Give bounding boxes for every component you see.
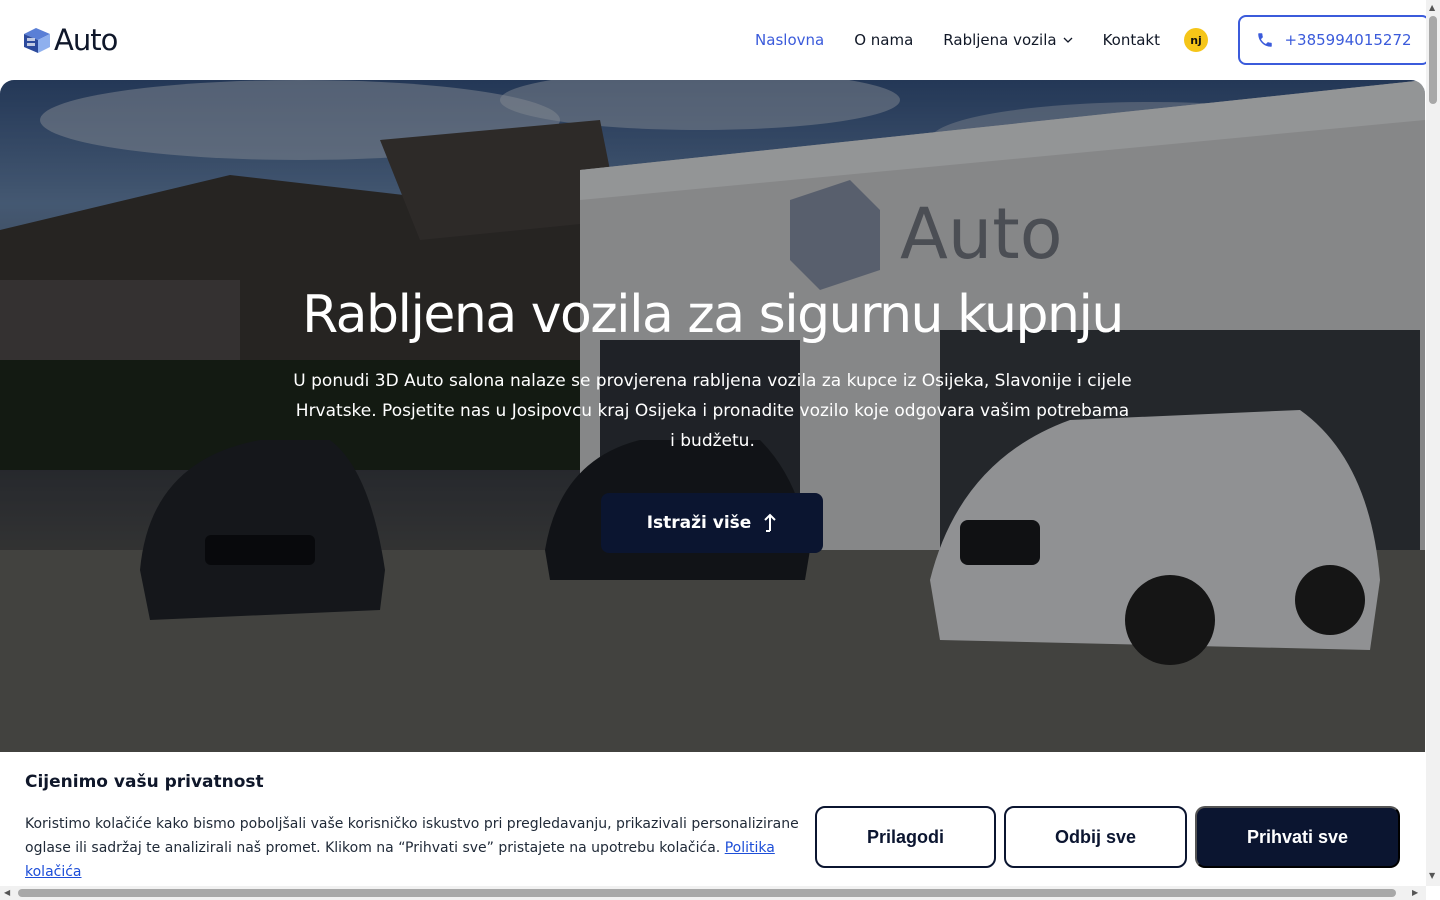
- phone-button[interactable]: +385994015272: [1238, 15, 1430, 65]
- hero-title: Rabljena vozila za sigurnu kupnju: [302, 285, 1124, 345]
- cookie-text: Koristimo kolačiće kako bismo poboljšali…: [25, 812, 805, 884]
- phone-number: +385994015272: [1284, 31, 1412, 49]
- nav-item-kontakt[interactable]: Kontakt: [1103, 31, 1160, 49]
- reject-all-button[interactable]: Odbij sve: [1004, 806, 1187, 868]
- horizontal-scrollbar[interactable]: ◀ ▶: [0, 886, 1426, 900]
- nav-item-naslovna[interactable]: Naslovna: [755, 31, 824, 49]
- horizontal-scrollbar-thumb[interactable]: [18, 889, 1396, 897]
- main-nav: Naslovna O nama Rabljena vozila Kontakt …: [755, 28, 1208, 52]
- cookie-description: Koristimo kolačiće kako bismo poboljšali…: [25, 816, 799, 856]
- arrow-up-icon: [764, 513, 777, 532]
- nav-item-label: Rabljena vozila: [943, 31, 1057, 49]
- site-header: Auto Naslovna O nama Rabljena vozila Kon…: [0, 0, 1430, 80]
- language-badge[interactable]: nj: [1184, 28, 1208, 52]
- scroll-down-icon[interactable]: ▼: [1429, 872, 1435, 880]
- vertical-scrollbar[interactable]: ▲ ▼: [1426, 0, 1440, 886]
- nav-item-o-nama[interactable]: O nama: [854, 31, 913, 49]
- cookie-title: Cijenimo vašu privatnost: [25, 772, 264, 792]
- vertical-scrollbar-thumb[interactable]: [1429, 16, 1437, 104]
- chevron-down-icon: [1063, 37, 1073, 43]
- explore-more-label: Istraži više: [646, 513, 752, 533]
- cookie-banner: Cijenimo vašu privatnost Koristimo kolač…: [0, 752, 1426, 885]
- logo-3d-icon: [24, 28, 50, 53]
- scroll-right-icon[interactable]: ▶: [1412, 889, 1418, 897]
- scroll-left-icon[interactable]: ◀: [4, 889, 10, 897]
- hero-section: Auto Rabljena vozila za sigurnu kupnju U…: [0, 80, 1425, 770]
- logo-text: Auto: [54, 23, 118, 57]
- accept-all-button[interactable]: Prihvati sve: [1195, 806, 1400, 868]
- customize-button[interactable]: Prilagodi: [815, 806, 996, 868]
- nav-item-rabljena-vozila[interactable]: Rabljena vozila: [943, 31, 1073, 49]
- explore-more-button[interactable]: Istraži više: [601, 493, 823, 553]
- site-logo[interactable]: Auto: [22, 23, 118, 57]
- scroll-up-icon[interactable]: ▲: [1429, 4, 1435, 12]
- phone-icon: [1258, 33, 1273, 47]
- hero-description: U ponudi 3D Auto salona nalaze se provje…: [293, 371, 1132, 451]
